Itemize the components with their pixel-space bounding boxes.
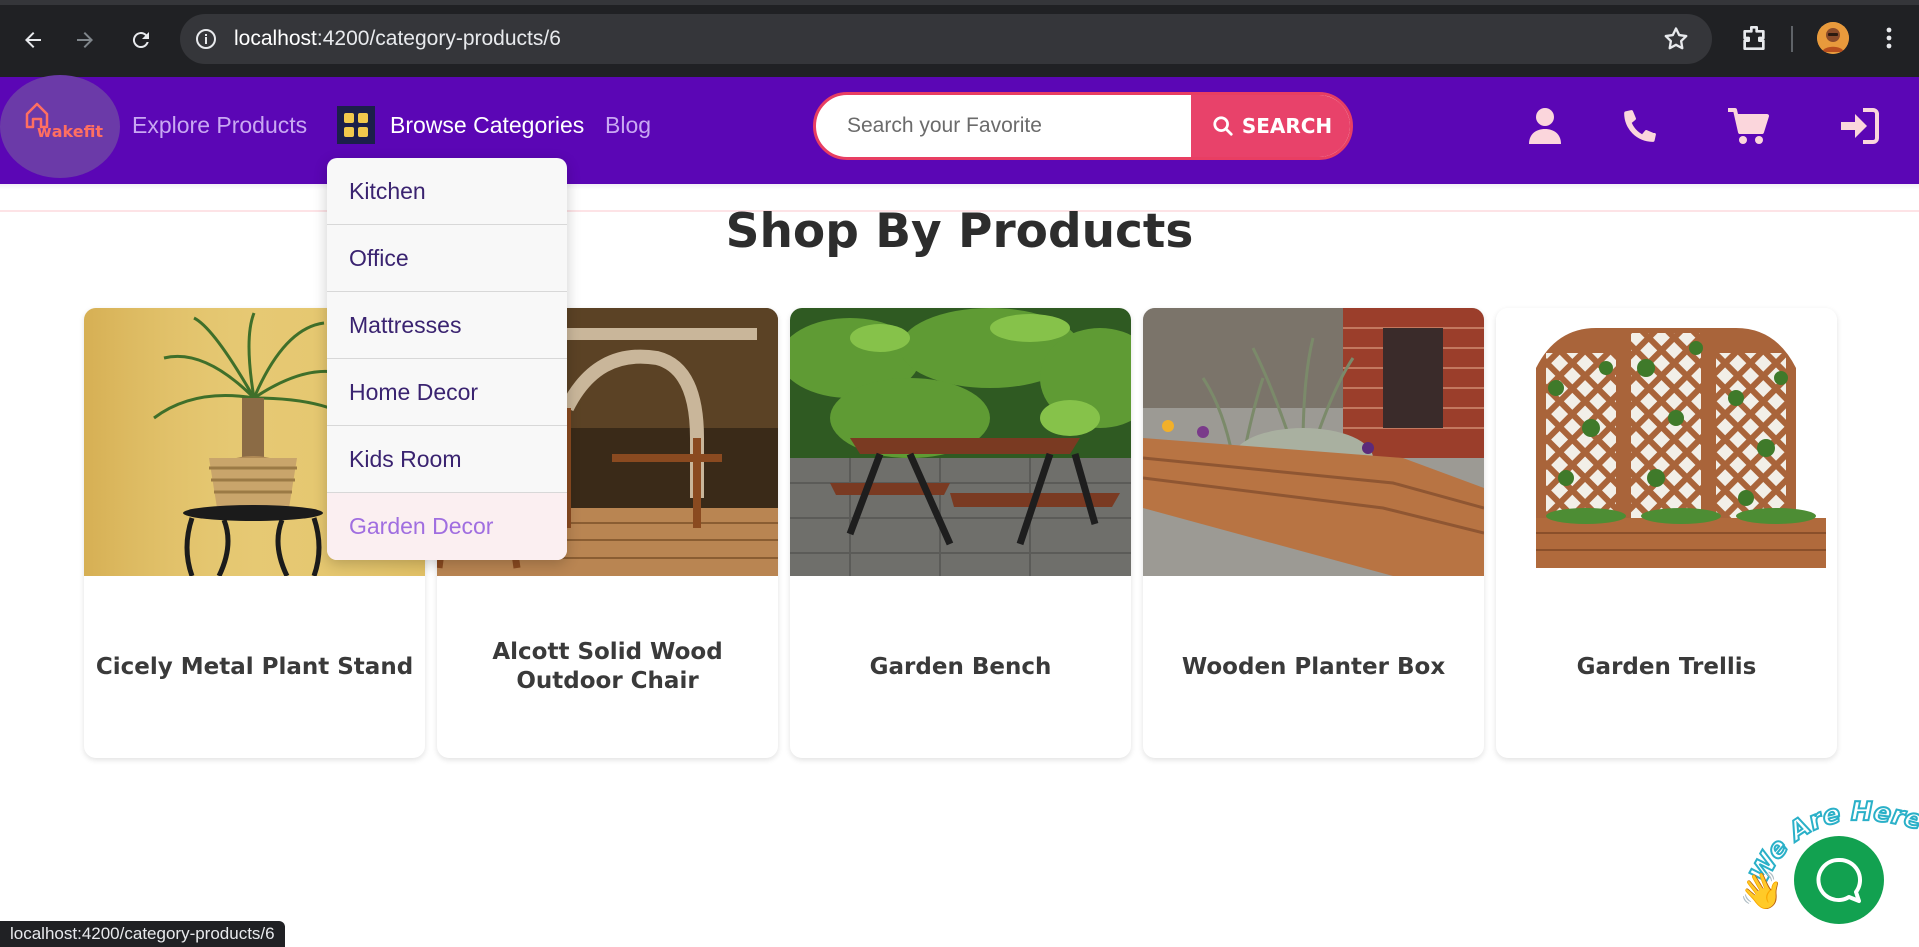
site-logo[interactable]: wakefit: [0, 75, 120, 178]
logo-house-icon: [25, 102, 49, 129]
product-image-planter-box[interactable]: [1143, 308, 1484, 576]
reload-icon[interactable]: [123, 22, 159, 58]
product-card[interactable]: Garden Trellis: [1496, 308, 1837, 758]
dropdown-item-kids-room[interactable]: Kids Room: [327, 426, 567, 493]
chat-button[interactable]: [1794, 836, 1884, 924]
search-bar: SEARCH: [813, 92, 1353, 160]
toolbar-divider: [1791, 26, 1793, 52]
bookmark-star-icon[interactable]: [1662, 25, 1690, 53]
browse-categories-grid-icon[interactable]: [337, 106, 375, 144]
search-button[interactable]: SEARCH: [1191, 95, 1350, 157]
product-title[interactable]: Garden Trellis: [1506, 576, 1827, 758]
waving-hand-icon: 👋: [1739, 870, 1784, 912]
nav-blog[interactable]: Blog: [605, 112, 651, 139]
search-button-label: SEARCH: [1241, 114, 1333, 138]
site-info-icon[interactable]: [194, 27, 218, 51]
product-image-garden-trellis[interactable]: [1496, 308, 1837, 576]
nav-explore-products[interactable]: Explore Products: [132, 112, 307, 139]
dropdown-item-office[interactable]: Office: [327, 225, 567, 292]
dropdown-item-home-decor[interactable]: Home Decor: [327, 359, 567, 426]
user-icon[interactable]: [1522, 103, 1568, 149]
product-title[interactable]: Wooden Planter Box: [1153, 576, 1474, 758]
url-text[interactable]: localhost:4200/category-products/6: [234, 27, 561, 51]
browser-toolbar: localhost:4200/category-products/6: [0, 0, 1919, 77]
extensions-icon[interactable]: [1738, 22, 1770, 54]
product-card[interactable]: Wooden Planter Box: [1143, 308, 1484, 758]
back-icon[interactable]: [15, 22, 51, 58]
profile-avatar[interactable]: [1817, 22, 1849, 54]
product-image-garden-bench[interactable]: [790, 308, 1131, 576]
chat-icon: [1816, 857, 1862, 903]
product-card[interactable]: Garden Bench: [790, 308, 1131, 758]
nav-browse-categories[interactable]: Browse Categories: [390, 112, 584, 139]
product-title[interactable]: Alcott Solid Wood Outdoor Chair: [447, 576, 768, 758]
phone-icon[interactable]: [1617, 103, 1663, 149]
search-icon: [1213, 116, 1233, 136]
address-bar[interactable]: localhost:4200/category-products/6: [180, 14, 1712, 64]
dropdown-item-kitchen[interactable]: Kitchen: [327, 158, 567, 225]
product-title[interactable]: Garden Bench: [800, 576, 1121, 758]
link-status-bar: localhost:4200/category-products/6: [0, 921, 285, 947]
dropdown-item-mattresses[interactable]: Mattresses: [327, 292, 567, 359]
cart-icon[interactable]: [1725, 103, 1771, 149]
dropdown-item-garden-decor[interactable]: Garden Decor: [327, 493, 567, 560]
page-title: Shop By Products: [725, 204, 1194, 259]
tab-strip: [0, 0, 1919, 5]
sign-in-icon[interactable]: [1836, 103, 1882, 149]
categories-dropdown: Kitchen Office Mattresses Home Decor Kid…: [327, 158, 567, 560]
search-input[interactable]: [816, 95, 1191, 157]
browser-menu-icon[interactable]: [1877, 22, 1901, 54]
forward-icon[interactable]: [67, 22, 103, 58]
product-title[interactable]: Cicely Metal Plant Stand: [94, 576, 415, 758]
